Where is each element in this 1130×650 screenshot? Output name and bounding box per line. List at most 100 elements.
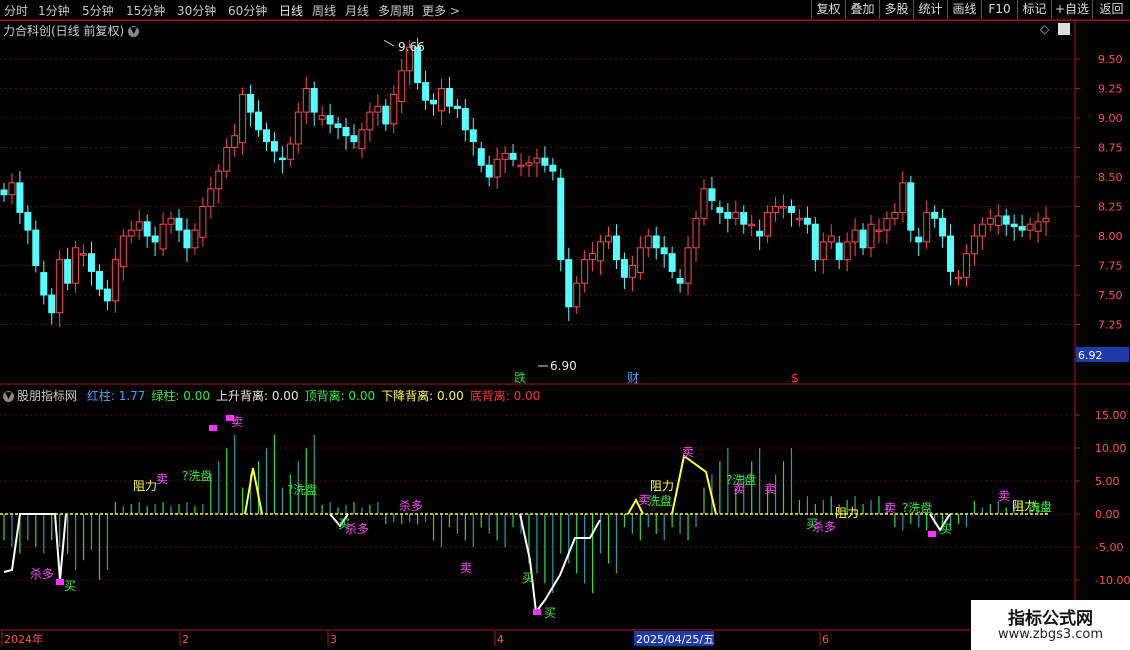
indicator-annotation: 卖: [682, 445, 694, 459]
y-tick-label: 9.25: [1098, 83, 1123, 96]
signal-marker: [209, 425, 217, 431]
candle: [167, 217, 175, 225]
candle: [851, 229, 859, 243]
candle: [795, 217, 803, 221]
candle: [700, 188, 708, 219]
candle: [262, 129, 270, 143]
candle: [215, 170, 223, 190]
indicator-annotation: 买: [940, 522, 952, 536]
candle: [143, 221, 151, 237]
candle: [509, 152, 517, 160]
candle: [883, 217, 891, 231]
indicator-annotation: 卖: [998, 489, 1010, 503]
candle: [8, 182, 16, 196]
indicator-annotation: 杀多: [399, 498, 423, 513]
candle: [962, 253, 970, 278]
y-tick-label: 8.75: [1098, 142, 1123, 155]
candle: [294, 111, 302, 145]
indicator-annotation: ?洗盘: [182, 468, 212, 483]
time-label: 2024年: [4, 632, 43, 646]
candle: [453, 105, 461, 110]
candle: [127, 229, 135, 237]
candle: [1042, 217, 1050, 223]
candle: [907, 182, 915, 231]
candle: [1034, 221, 1042, 232]
y-tick-label: 10.00: [1095, 442, 1127, 455]
candle: [549, 164, 557, 172]
candle: [302, 88, 310, 113]
candle: [803, 217, 811, 225]
chart-area[interactable]: 9.666.90跌财 $ 阻力卖 ?洗盘卖?洗盘杀多买买杀多卖买杀多买卖洗盘阻力卖?…: [0, 0, 1130, 650]
date-highlight-label: 2025/04/25/五: [636, 633, 714, 646]
candle: [430, 99, 438, 105]
signal-marker: [56, 579, 64, 585]
indicator-annotation: ?洗盘: [902, 500, 932, 515]
candle: [811, 223, 819, 261]
signal-marker: [533, 609, 541, 615]
candle: [135, 221, 143, 231]
candle: [358, 129, 366, 150]
candle: [95, 270, 103, 290]
candle: [111, 259, 119, 302]
candle: [199, 206, 207, 238]
y-tick-label: 8.50: [1098, 171, 1123, 184]
candle: [1018, 226, 1026, 231]
indicator-annotation: 阻力: [835, 506, 859, 520]
candle: [676, 277, 684, 284]
candle: [239, 93, 247, 144]
candle: [994, 215, 1002, 226]
y-tick-label: 15.00: [1095, 409, 1127, 422]
candle: [374, 105, 382, 113]
indicator-annotation: 卖: [733, 482, 745, 496]
candle: [573, 282, 581, 308]
candle: [461, 108, 469, 131]
candle: [740, 211, 748, 225]
low-label: 6.90: [550, 359, 577, 373]
indicator-annotation: 杀多: [812, 519, 836, 534]
candle: [247, 93, 255, 113]
candle: [692, 217, 700, 249]
indicator-annotation: 洗盘: [648, 493, 672, 508]
candle: [589, 253, 597, 261]
candle: [207, 188, 215, 208]
indicator-annotation: 买: [64, 579, 76, 593]
y-tick-label: 7.75: [1098, 260, 1123, 273]
candle: [382, 105, 390, 125]
candle: [310, 88, 318, 113]
candle: [270, 141, 278, 152]
candle: [342, 126, 350, 137]
candle: [80, 253, 88, 256]
candle: [366, 111, 374, 131]
candle: [970, 235, 978, 255]
indicator-annotation: 卖: [460, 561, 472, 575]
indicator-annotation: 卖: [764, 482, 776, 496]
candle: [103, 288, 111, 302]
candle: [684, 247, 692, 284]
candle: [660, 247, 668, 255]
candle: [819, 241, 827, 261]
candle: [843, 241, 851, 261]
candle: [668, 253, 676, 272]
indicator-annotation: 杀多: [345, 521, 369, 536]
candle: [923, 211, 931, 243]
indicator-annotation: 卖: [156, 472, 168, 486]
candle: [278, 157, 286, 161]
candle: [915, 236, 923, 243]
candle: [64, 259, 72, 284]
indicator-annotation: 买: [544, 606, 556, 620]
indicator-annotation: ?洗盘: [287, 482, 317, 497]
candle: [0, 189, 8, 196]
candle: [533, 157, 541, 164]
candle: [469, 129, 477, 143]
candle: [151, 235, 159, 243]
candle: [318, 115, 326, 120]
signal-line: [671, 454, 717, 515]
watermark-url: www.zbgs3.com: [997, 627, 1104, 642]
indicator-annotation: 卖: [231, 415, 243, 429]
indicator-annotation: 阻力: [650, 479, 674, 493]
candle: [398, 70, 406, 102]
signal-line: [244, 467, 263, 515]
indicator-annotation: 卖: [884, 501, 896, 515]
candle: [501, 152, 509, 160]
candle: [119, 235, 127, 268]
